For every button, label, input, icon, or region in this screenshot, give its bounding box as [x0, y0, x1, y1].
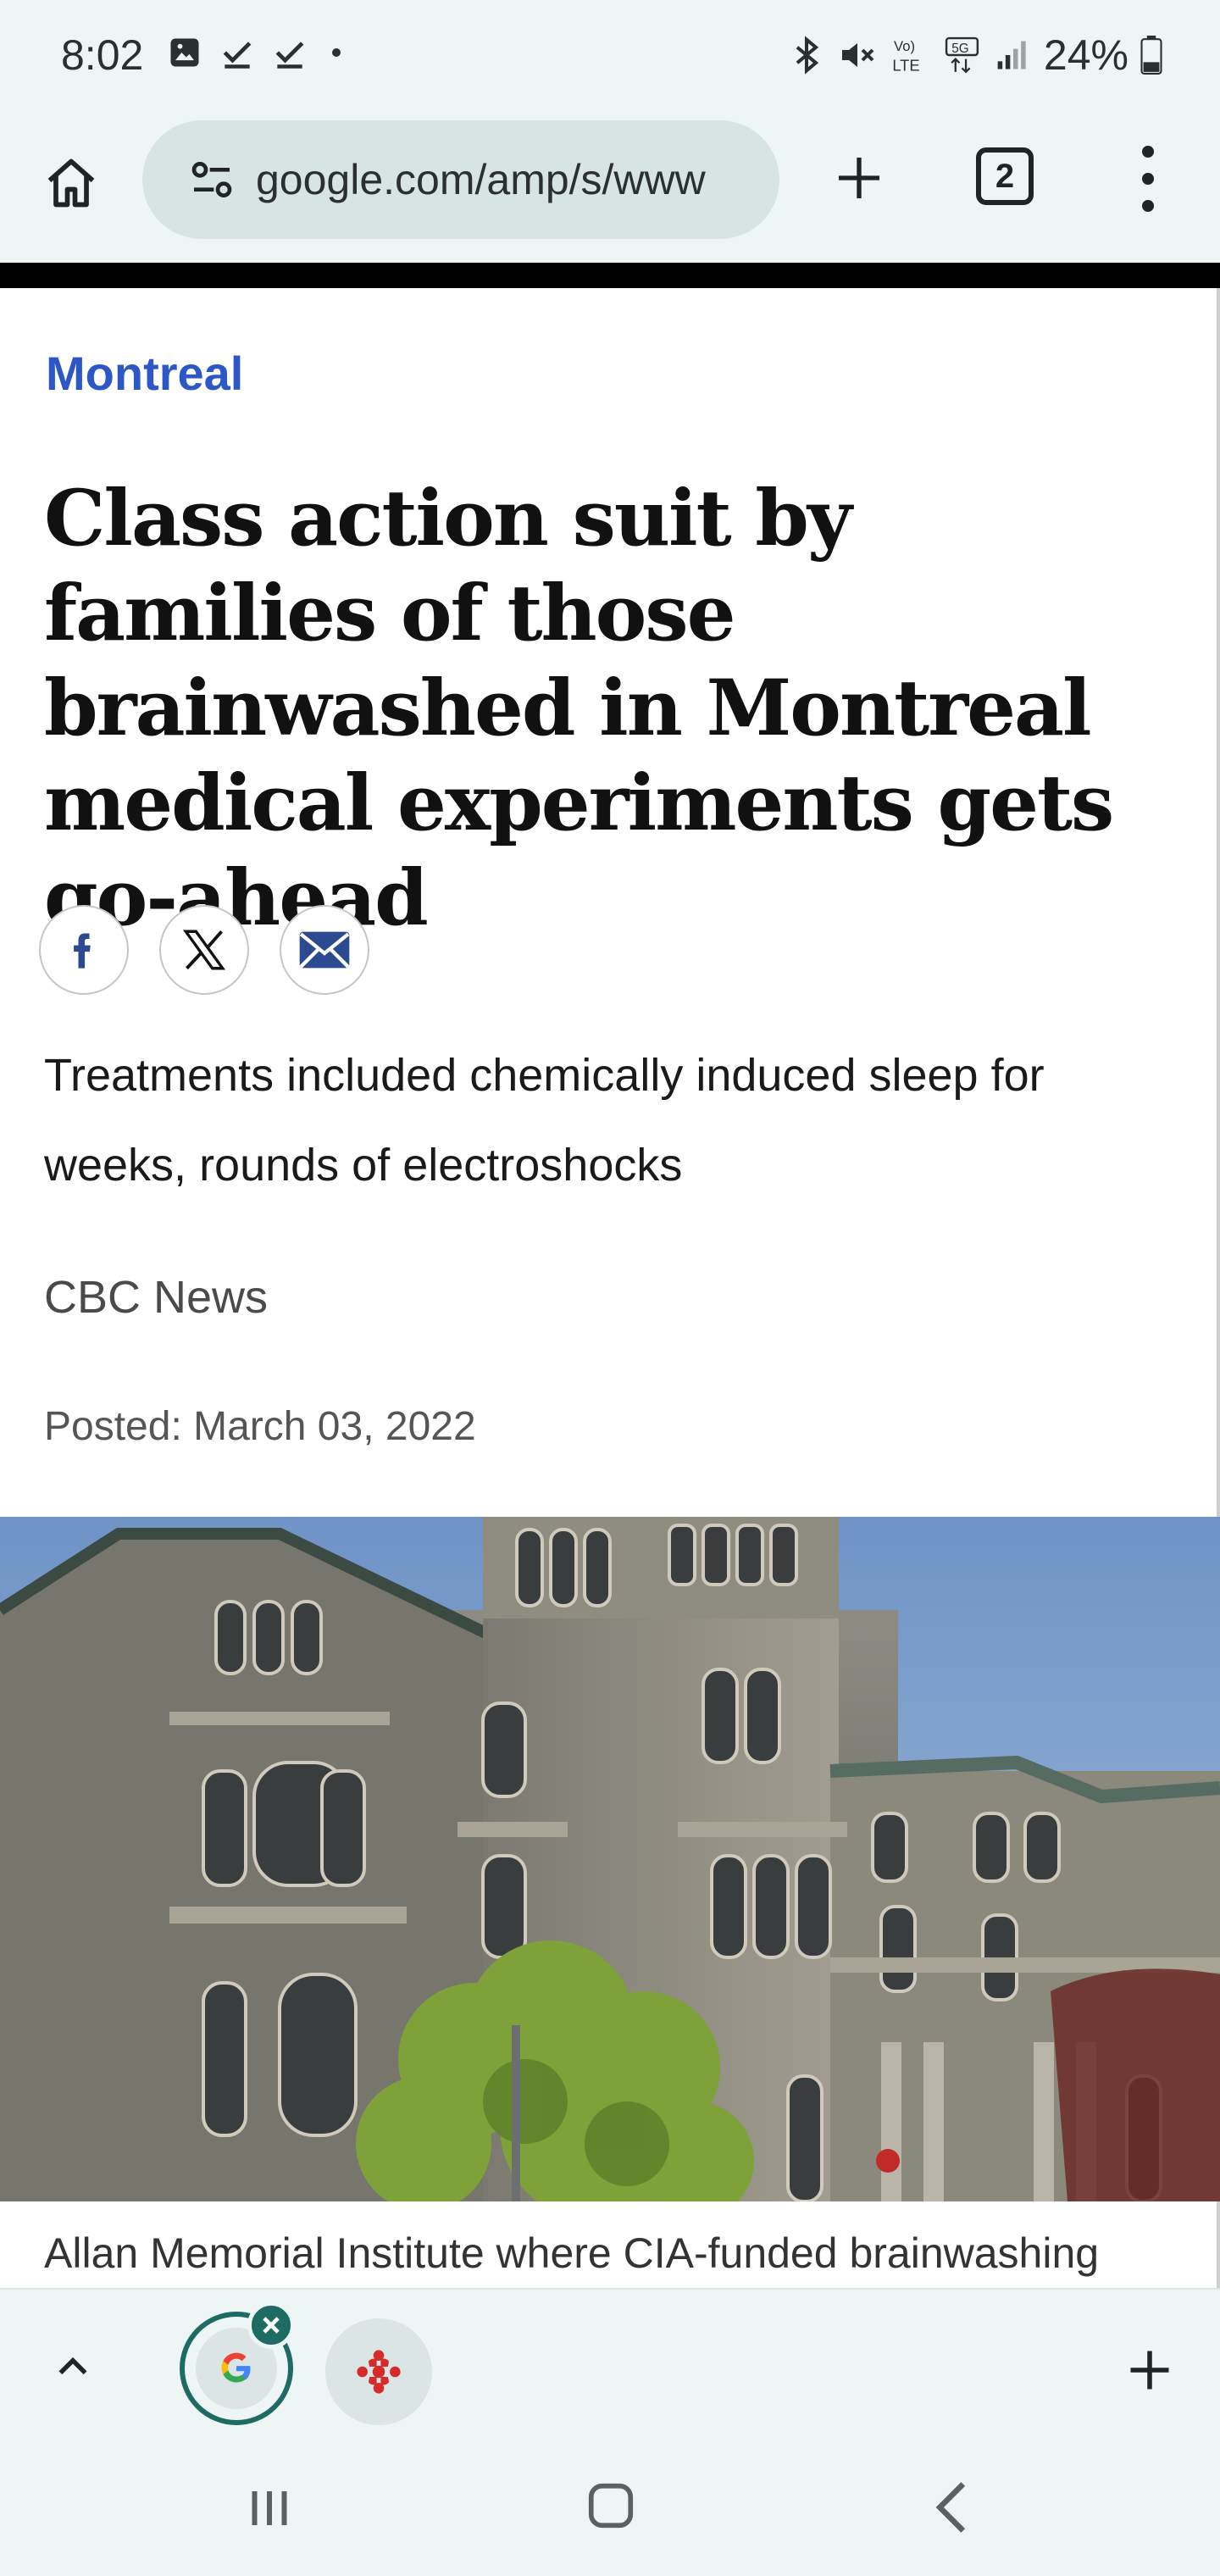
system-icons: Vo) LTE 5G 24%: [788, 31, 1162, 80]
tune-icon[interactable]: [188, 156, 236, 203]
tab-cbc[interactable]: [325, 2318, 432, 2425]
home-icon: [47, 158, 95, 208]
article-headline: Class action suit by families of those b…: [44, 474, 1114, 943]
address-bar[interactable]: google.com/amp/s/www: [142, 120, 779, 239]
back-icon[interactable]: [930, 2479, 973, 2535]
collapse-tab-strip-button[interactable]: [47, 2342, 98, 2393]
facebook-icon: [74, 933, 91, 969]
svg-text:5G: 5G: [951, 42, 968, 56]
browser-toolbar: google.com/amp/s/www 2: [0, 115, 1220, 263]
chevron-up-icon: [58, 2357, 87, 2375]
new-tab-button[interactable]: [825, 144, 893, 212]
close-icon: [263, 2317, 280, 2334]
check-icon: [275, 42, 304, 69]
volte-icon: Vo) LTE: [892, 38, 919, 74]
photo-caption: Allan Memorial Institute where CIA-funde…: [44, 2229, 1100, 2277]
tab-switcher-button[interactable]: 2: [976, 147, 1034, 205]
battery-percentage: 24%: [1043, 31, 1128, 79]
plus-icon: [1130, 2351, 1169, 2390]
facebook-share-button[interactable]: [39, 905, 129, 995]
mute-icon: [841, 43, 874, 67]
email-icon: [299, 931, 350, 969]
google-icon: [221, 2352, 251, 2383]
email-share-button[interactable]: [280, 905, 369, 995]
svg-text:LTE: LTE: [892, 56, 919, 74]
more-vert-icon[interactable]: [1127, 141, 1169, 217]
5g-icon: 5G: [945, 36, 979, 74]
status-bar: 8:02 Vo) LTE 5G 24%: [0, 0, 1220, 115]
article-deck: Treatments included chemically induced s…: [44, 1050, 1045, 1191]
tab-strip: [0, 2288, 1220, 2440]
close-tab-button[interactable]: [247, 2301, 295, 2349]
dot-icon: [332, 48, 341, 57]
status-time: 8:02: [61, 31, 144, 79]
add-tab-button[interactable]: [1120, 2340, 1179, 2400]
section-link[interactable]: Montreal: [46, 346, 243, 401]
url-text: google.com/amp/s/www: [256, 156, 706, 203]
x-share-button[interactable]: [159, 905, 249, 995]
bluetooth-icon: [796, 36, 819, 75]
x-icon: [182, 930, 226, 970]
svg-text:Vo): Vo): [894, 38, 915, 54]
share-buttons: [39, 905, 369, 995]
cbc-icon: [357, 2350, 401, 2394]
article-posted-date: Posted: March 03, 2022: [44, 1404, 476, 1449]
recents-icon[interactable]: [244, 2483, 295, 2534]
check-icon: [223, 42, 252, 69]
gallery-icon: [170, 38, 199, 67]
article-photo: [0, 1517, 1220, 2201]
signal-icon: [997, 41, 1026, 69]
home-nav-icon[interactable]: [585, 2479, 637, 2532]
site-header-bar: [0, 263, 1220, 288]
plus-icon: [839, 158, 879, 198]
notification-icons: [166, 34, 349, 71]
article-byline: CBC News: [44, 1272, 269, 1323]
home-button[interactable]: [37, 149, 105, 217]
battery-icon: [1140, 36, 1162, 75]
system-nav-bar: [0, 2440, 1220, 2576]
